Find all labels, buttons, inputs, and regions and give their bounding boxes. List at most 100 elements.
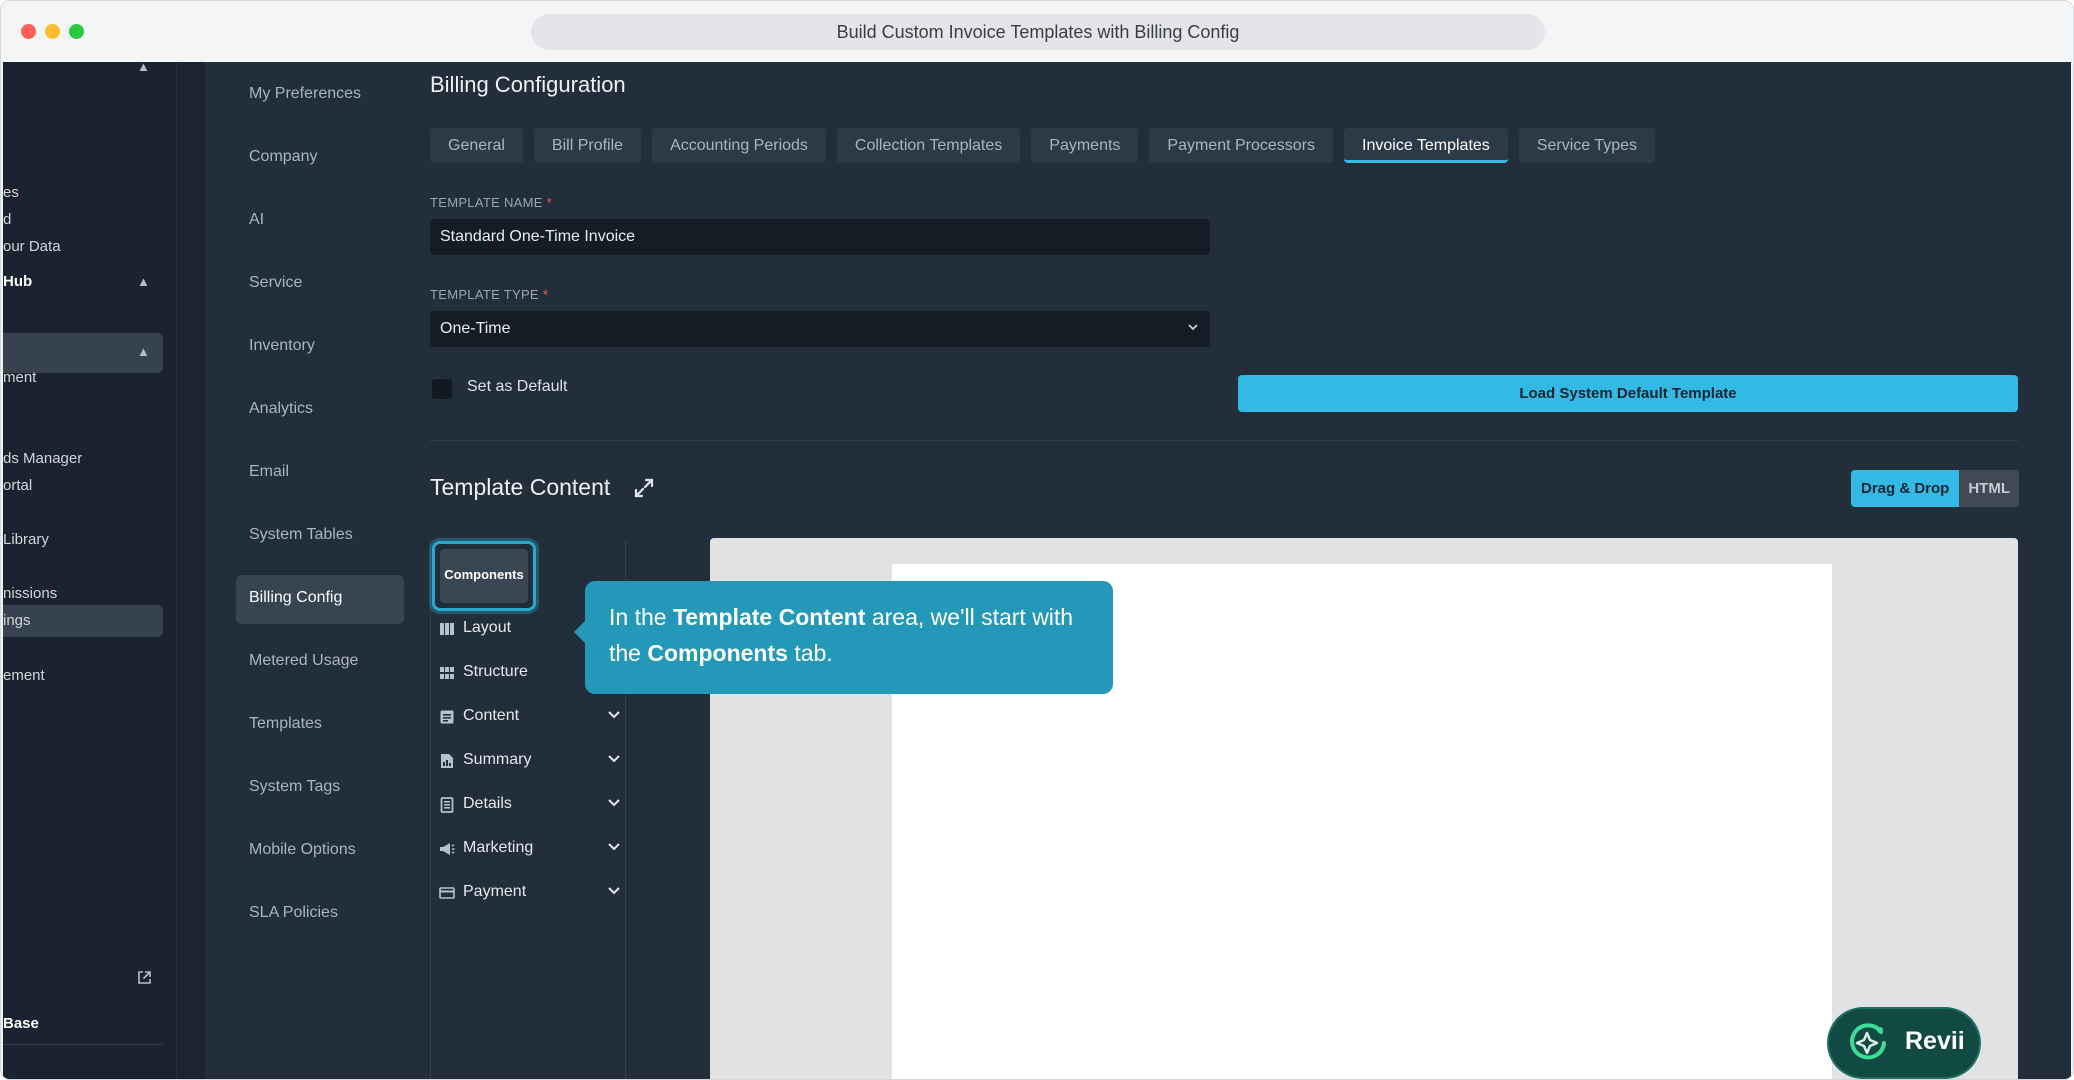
component-summary[interactable]: Summary <box>439 749 621 773</box>
settings-item-sla-policies[interactable]: SLA Policies <box>249 904 338 922</box>
tab-general[interactable]: General <box>430 128 523 163</box>
page-title: Billing Configuration <box>430 72 626 97</box>
chevron-up-icon[interactable]: ▲ <box>137 62 151 74</box>
chevron-down-icon <box>1186 311 1200 347</box>
address-bar[interactable]: Build Custom Invoice Templates with Bill… <box>531 14 1545 50</box>
template-type-label: TEMPLATE TYPE * <box>430 287 548 302</box>
component-details[interactable]: Details <box>439 793 620 817</box>
sidebar-item[interactable]: ment <box>3 369 36 386</box>
settings-item-company[interactable]: Company <box>249 148 317 166</box>
settings-item-service[interactable]: Service <box>249 274 302 292</box>
sidebar-item[interactable]: our Data <box>3 238 61 255</box>
sidebar-item[interactable]: nissions <box>3 585 57 602</box>
settings-item-inventory[interactable]: Inventory <box>249 337 315 355</box>
settings-item-templates[interactable]: Templates <box>249 715 322 733</box>
title-bar: Build Custom Invoice Templates with Bill… <box>1 1 2073 62</box>
component-payment[interactable]: Payment <box>439 881 621 905</box>
component-marketing[interactable]: Marketing <box>439 837 621 861</box>
chevron-down-icon <box>607 883 621 897</box>
sparkle-icon <box>1847 1022 1889 1064</box>
app: ▲ es d our Data Hub ▲ ▲ ment ds Manager … <box>3 62 2071 1079</box>
set-default-checkbox[interactable] <box>432 379 452 399</box>
components-tab-highlight: Components <box>432 541 536 611</box>
tooltip-arrow <box>574 621 585 643</box>
sidebar-item[interactable]: ortal <box>3 477 32 494</box>
tooltip-text: tab. <box>787 640 833 666</box>
component-content[interactable]: Content <box>439 705 621 729</box>
tab-collection-templates[interactable]: Collection Templates <box>836 128 1021 163</box>
section-divider <box>430 440 2018 441</box>
document-icon <box>439 709 455 725</box>
receipt-icon <box>439 797 455 813</box>
set-default-label: Set as Default <box>467 378 568 395</box>
sidebar-item[interactable]: Library <box>3 531 49 548</box>
columns-icon <box>439 621 455 637</box>
tab-service-types[interactable]: Service Types <box>1518 128 1655 163</box>
tab-accounting-periods[interactable]: Accounting Periods <box>652 128 826 163</box>
sidebar-item[interactable]: es <box>3 184 19 201</box>
settings-item-email[interactable]: Email <box>249 463 289 481</box>
expand-icon[interactable] <box>633 477 655 499</box>
component-label: Layout <box>463 619 512 636</box>
chevron-up-icon[interactable]: ▲ <box>137 344 151 359</box>
settings-item-my-preferences[interactable]: My Preferences <box>249 85 361 103</box>
sidebar-item[interactable]: ds Manager <box>3 450 82 467</box>
template-name-input[interactable]: Standard One-Time Invoice <box>430 219 1210 255</box>
settings-item-analytics[interactable]: Analytics <box>249 400 313 418</box>
main-panel: Billing Configuration General Bill Profi… <box>405 62 2071 1079</box>
report-icon <box>439 753 455 769</box>
tooltip-text: In the <box>609 604 673 630</box>
tab-payment-processors[interactable]: Payment Processors <box>1149 128 1334 163</box>
primary-sidebar: ▲ es d our Data Hub ▲ ▲ ment ds Manager … <box>3 62 177 1079</box>
component-label: Content <box>463 707 520 724</box>
close-window-button[interactable] <box>21 24 36 39</box>
drag-drop-mode-button[interactable]: Drag & Drop <box>1851 470 1960 507</box>
revii-assistant-button[interactable]: Revii <box>1829 1009 1979 1077</box>
component-label: Payment <box>463 883 527 900</box>
component-label: Summary <box>463 751 532 768</box>
template-type-select[interactable]: One-Time <box>430 311 1210 347</box>
component-label: Marketing <box>463 839 534 856</box>
sidebar-item-knowledge-base[interactable]: Base <box>3 1015 39 1032</box>
sidebar-item[interactable]: ement <box>3 667 45 684</box>
tooltip-bold-text: Components <box>647 640 788 666</box>
template-content-title: Template Content <box>430 474 611 500</box>
credit-card-icon <box>439 885 455 901</box>
component-label: Details <box>463 795 512 812</box>
tab-bill-profile[interactable]: Bill Profile <box>533 128 642 163</box>
settings-sidebar: My Preferences Company AI Service Invent… <box>205 62 405 1079</box>
chevron-up-icon[interactable]: ▲ <box>137 274 151 289</box>
browser-window: Build Custom Invoice Templates with Bill… <box>0 0 2074 1080</box>
settings-item-billing-config[interactable]: Billing Config <box>249 589 342 607</box>
billing-tabs: General Bill Profile Accounting Periods … <box>430 128 1666 163</box>
minimize-window-button[interactable] <box>45 24 60 39</box>
tab-invoice-templates[interactable]: Invoice Templates <box>1344 128 1508 163</box>
template-type-label-text: TEMPLATE TYPE <box>430 287 539 302</box>
guide-tooltip: In the Template Content area, we'll star… <box>574 581 1113 694</box>
html-mode-button[interactable]: HTML <box>1959 470 2019 507</box>
sidebar-item-settings[interactable]: ings <box>3 612 31 629</box>
component-label: Structure <box>463 663 528 680</box>
settings-item-ai[interactable]: AI <box>249 211 264 229</box>
tab-payments[interactable]: Payments <box>1031 128 1139 163</box>
sidebar-section-hub[interactable]: Hub <box>3 273 32 290</box>
components-tab[interactable]: Components <box>440 549 528 603</box>
editor-mode-toggle: Drag & Drop HTML <box>1851 470 2019 507</box>
external-link-icon[interactable] <box>137 970 152 990</box>
chevron-down-icon <box>607 751 621 765</box>
required-mark: * <box>546 195 553 210</box>
load-system-default-button[interactable]: Load System Default Template <box>1238 375 2018 412</box>
tooltip-bold-text: Template Content <box>672 604 866 630</box>
chevron-down-icon <box>607 839 621 853</box>
template-type-value: One-Time <box>440 320 511 337</box>
settings-item-mobile-options[interactable]: Mobile Options <box>249 841 356 859</box>
maximize-window-button[interactable] <box>69 24 84 39</box>
settings-item-metered-usage[interactable]: Metered Usage <box>249 652 358 670</box>
settings-item-system-tables[interactable]: System Tables <box>249 526 353 544</box>
settings-item-system-tags[interactable]: System Tags <box>249 778 340 796</box>
megaphone-icon <box>439 841 455 857</box>
chevron-down-icon <box>607 707 621 721</box>
grid-icon <box>439 665 455 681</box>
sidebar-item[interactable]: d <box>3 211 11 228</box>
required-mark: * <box>542 287 549 302</box>
